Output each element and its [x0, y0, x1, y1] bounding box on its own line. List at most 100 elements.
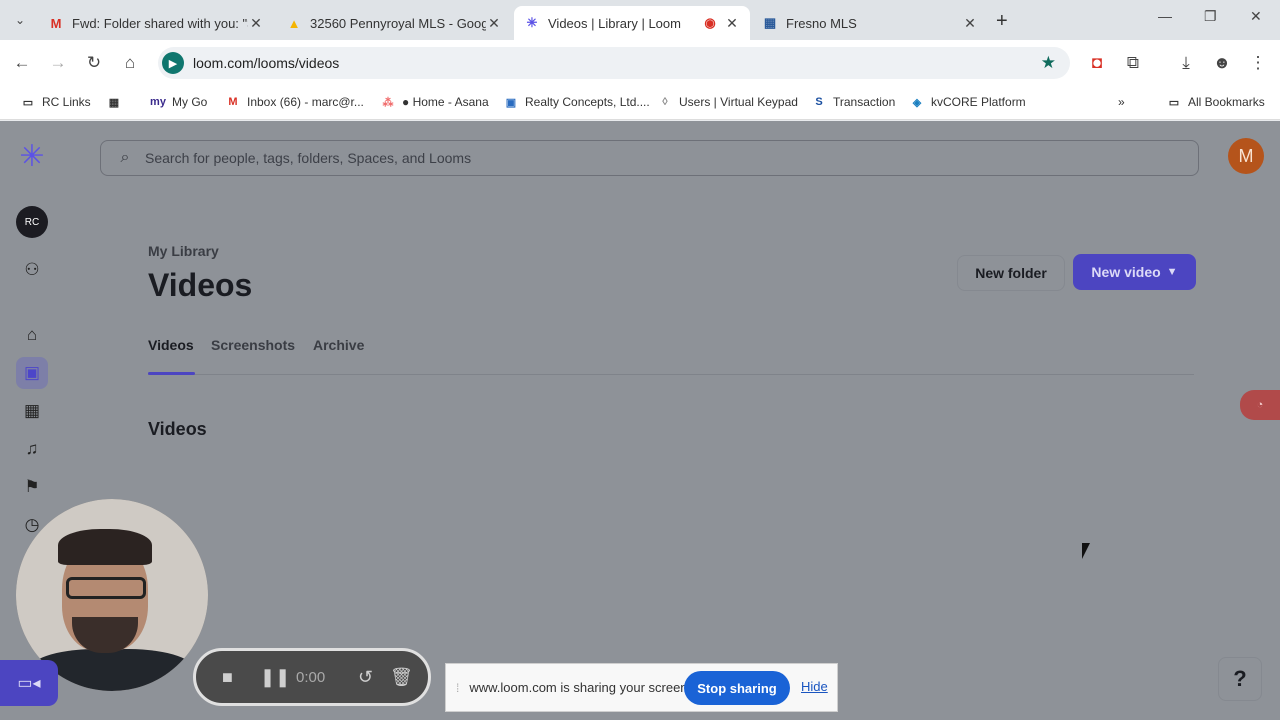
camera-person-hair: [58, 529, 152, 565]
search-bar[interactable]: ⌕ Search for people, tags, folders, Spac…: [100, 140, 1199, 176]
browser-menu-icon[interactable]: ⋮: [1246, 52, 1270, 74]
workspace-avatar[interactable]: RC: [16, 206, 48, 238]
bookmark-star-icon[interactable]: ★: [1041, 53, 1056, 73]
hide-link[interactable]: Hide: [801, 679, 828, 694]
restore-icon[interactable]: ❐: [1204, 8, 1217, 25]
pause-icon[interactable]: ❚❚: [260, 667, 290, 688]
loom-logo-icon[interactable]: ✳: [16, 141, 48, 173]
camera-toggle-icon[interactable]: ▭◂: [0, 660, 58, 706]
page-title: Videos: [148, 267, 253, 303]
loom-icon: ✳: [526, 15, 538, 30]
stop-recording-icon[interactable]: ■: [222, 667, 233, 688]
active-tab-indicator: [148, 372, 195, 375]
apps-grid-icon: ▦: [108, 96, 120, 109]
tab-search-chevron-icon[interactable]: ⌄: [8, 8, 32, 32]
shield-icon: ◊: [662, 96, 668, 108]
apps-grid[interactable]: ▦: [106, 92, 128, 112]
recording-timer: 0:00: [296, 669, 326, 686]
bookmark-label: Inbox (66) - marc@r...: [247, 95, 364, 109]
drag-handle-icon[interactable]: ⁞: [456, 681, 459, 695]
close-icon[interactable]: ✕: [486, 15, 502, 32]
tab-fresno-mls[interactable]: ▦ Fresno MLS ✕: [752, 6, 988, 40]
bookmark-transaction[interactable]: S Transaction: [811, 92, 895, 112]
window-close-icon[interactable]: ✕: [1250, 8, 1262, 25]
tab-loom[interactable]: ✳ Videos | Library | Loom ◉ ✕: [514, 6, 750, 40]
tab-google-drive[interactable]: ▲ 32560 Pennyroyal MLS - Googl ✕: [276, 6, 512, 40]
bookmark-kvcore[interactable]: ◈ kvCORE Platform: [909, 92, 1026, 112]
bookmark-inbox[interactable]: M Inbox (66) - marc@r...: [225, 92, 364, 112]
bookmark-label: kvCORE Platform: [931, 95, 1026, 109]
share-message: www.loom.com is sharing your screen.: [469, 680, 692, 695]
stop-sharing-button[interactable]: Stop sharing: [684, 671, 790, 705]
bookmark-virtual-keypad[interactable]: ◊ Users | Virtual Keypad: [657, 92, 798, 112]
library-tabs: Videos Screenshots Archive: [148, 335, 1194, 375]
tab-videos[interactable]: Videos: [148, 337, 194, 353]
bookmark-asana[interactable]: ⁂ ● Home - Asana: [380, 92, 489, 112]
bookmark-label: Users | Virtual Keypad: [679, 95, 798, 109]
bookmark-label: Realty Concepts, Ltd....: [525, 95, 650, 109]
address-bar[interactable]: ▶ loom.com/looms/videos ★: [158, 47, 1070, 79]
bookmark-label: Transaction: [833, 95, 896, 109]
home-icon[interactable]: ⌂: [118, 52, 142, 74]
bookmark-label: My Go: [172, 95, 208, 109]
kvcore-icon: ◈: [912, 96, 922, 109]
notifications-bell-icon[interactable]: ♫: [20, 437, 44, 461]
new-video-label: New video: [1091, 264, 1161, 280]
site-info-icon[interactable]: ▶: [162, 52, 184, 74]
bookmark-icon[interactable]: ⚑: [20, 475, 44, 499]
library-icon[interactable]: ▣: [16, 357, 48, 389]
forward-icon[interactable]: →: [46, 52, 70, 74]
tab-title: Videos | Library | Loom: [548, 15, 681, 31]
close-icon[interactable]: ✕: [724, 15, 740, 32]
extensions-puzzle-icon[interactable]: ⧉: [1121, 52, 1145, 74]
calendar-icon[interactable]: ▦: [20, 399, 44, 423]
tab-screenshots[interactable]: Screenshots: [211, 337, 295, 353]
new-folder-button[interactable]: New folder: [957, 255, 1065, 291]
tab-title: Fwd: Folder shared with you: "3: [72, 15, 248, 31]
recording-indicator-icon: ◉: [704, 15, 716, 30]
user-avatar[interactable]: M: [1228, 138, 1264, 174]
restart-icon[interactable]: ↺: [358, 667, 373, 688]
chat-widget-icon[interactable]: ◔: [1240, 390, 1280, 420]
tab-gmail[interactable]: M Fwd: Folder shared with you: "3 ✕: [38, 6, 274, 40]
minimize-icon[interactable]: —: [1158, 8, 1172, 24]
bookmark-my-go[interactable]: my My Go: [150, 92, 207, 112]
new-tab-icon[interactable]: +: [996, 10, 1008, 33]
gmail-icon: M: [50, 15, 62, 31]
reload-icon[interactable]: ↻: [82, 52, 106, 74]
folder-icon: ▭: [1168, 96, 1180, 109]
download-icon[interactable]: ⤓: [1174, 52, 1198, 74]
search-icon: ⌕: [120, 149, 130, 166]
transaction-icon: S: [815, 96, 823, 108]
profile-avatar-icon[interactable]: ☻: [1210, 52, 1234, 74]
close-icon[interactable]: ✕: [248, 15, 264, 32]
all-bookmarks[interactable]: ▭ All Bookmarks: [1166, 92, 1265, 112]
bookmark-label: ● Home - Asana: [402, 95, 489, 109]
bookmark-realty-concepts[interactable]: ▣ Realty Concepts, Ltd....: [503, 92, 650, 112]
tab-title: 32560 Pennyroyal MLS - Googl: [310, 15, 486, 31]
folder-icon: ▭: [22, 96, 34, 109]
tab-title: Fresno MLS: [786, 15, 857, 31]
camera-person-glasses: [66, 577, 146, 599]
bookmarks-overflow-icon[interactable]: »: [1118, 92, 1125, 112]
google-drive-icon: ▲: [287, 15, 301, 31]
members-icon[interactable]: ⚇: [20, 258, 44, 282]
asana-icon: ⁂: [382, 96, 394, 109]
close-icon[interactable]: ✕: [962, 15, 978, 32]
help-button[interactable]: ?: [1218, 657, 1262, 701]
extension-icon[interactable]: ◘: [1085, 52, 1109, 74]
mouse-cursor-icon: [1082, 543, 1090, 559]
recording-controls: ■ ❚❚ 0:00 ↺ 🗑: [193, 648, 431, 706]
home-icon[interactable]: ⌂: [20, 323, 44, 347]
all-bookmarks-label: All Bookmarks: [1188, 95, 1265, 109]
delete-trash-icon[interactable]: 🗑: [390, 667, 413, 688]
tab-archive[interactable]: Archive: [313, 337, 364, 353]
url-text: loom.com/looms/videos: [193, 55, 340, 71]
back-icon[interactable]: ←: [10, 52, 34, 74]
search-placeholder: Search for people, tags, folders, Spaces…: [145, 150, 472, 166]
new-video-button[interactable]: New video ▼: [1073, 254, 1196, 290]
bookmark-rc-links[interactable]: ▭ RC Links: [20, 92, 91, 112]
bookmark-label: RC Links: [42, 95, 91, 109]
calendar-bookmark-icon: ▣: [505, 96, 517, 109]
breadcrumb[interactable]: My Library: [148, 243, 219, 259]
